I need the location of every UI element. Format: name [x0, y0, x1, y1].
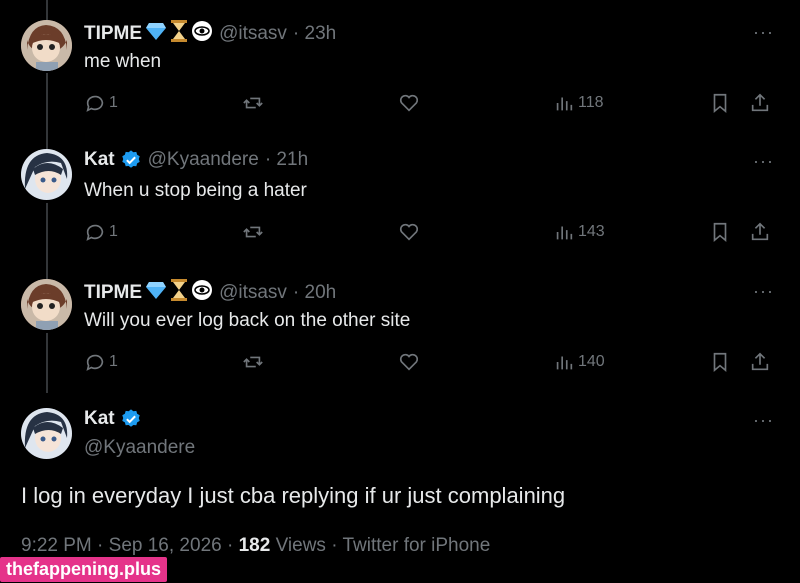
- handle[interactable]: @Kyaandere: [148, 149, 259, 171]
- more-options-button[interactable]: ···: [753, 410, 774, 431]
- like-button[interactable]: [398, 221, 420, 243]
- analytics-icon: [556, 356, 573, 370]
- views-count: 143: [578, 223, 605, 240]
- separator: ·: [97, 535, 109, 556]
- eye-in-bubble-icon: [191, 20, 213, 48]
- reply-count: 1: [109, 94, 118, 111]
- views-button[interactable]: 140: [553, 351, 605, 373]
- handle[interactable]: @itsasv: [219, 282, 287, 304]
- avatar[interactable]: [21, 20, 72, 71]
- watermark: thefappening.plus: [0, 557, 167, 582]
- more-options-button[interactable]: ···: [753, 281, 774, 302]
- reply-count: 1: [109, 353, 118, 370]
- retweet-button[interactable]: [242, 221, 264, 243]
- tweet-text: Will you ever log back on the other site: [84, 310, 411, 331]
- bookmark-icon: [713, 222, 727, 243]
- views-button[interactable]: 118: [553, 92, 604, 114]
- reply-button[interactable]: 1: [84, 351, 118, 373]
- retweet-icon: [243, 97, 263, 109]
- separator: ·: [226, 535, 239, 556]
- verified-badge-icon: [121, 150, 140, 168]
- analytics-icon: [556, 226, 573, 240]
- heart-icon: [399, 94, 419, 112]
- more-options-button[interactable]: ···: [753, 22, 774, 43]
- views-count: 140: [578, 353, 605, 370]
- tweet-text: I log in everyday I just cba replying if…: [21, 483, 566, 508]
- bookmark-icon: [713, 93, 727, 114]
- tweet-text: me when: [84, 51, 162, 72]
- share-icon: [751, 222, 769, 241]
- share-icon: [751, 93, 769, 112]
- reply-button[interactable]: 1: [84, 221, 118, 243]
- avatar-image: [21, 149, 72, 200]
- reply-count: 1: [109, 223, 118, 240]
- views-label: Views: [275, 535, 326, 556]
- post-date[interactable]: Sep 16, 2026: [109, 535, 222, 556]
- share-icon: [751, 352, 769, 371]
- retweet-button[interactable]: [242, 92, 264, 114]
- action-bar: 1 143: [0, 221, 800, 249]
- tweet-header: TIPME @itsasv · 23h: [84, 20, 336, 48]
- avatar[interactable]: [21, 149, 72, 200]
- share-button[interactable]: [749, 351, 771, 373]
- like-button[interactable]: [398, 351, 420, 373]
- like-button[interactable]: [398, 92, 420, 114]
- reply-icon: [86, 224, 104, 241]
- handle[interactable]: @itsasv: [219, 23, 287, 45]
- views-button[interactable]: 143: [553, 221, 605, 243]
- reply-icon: [86, 354, 104, 371]
- gem-icon: [145, 280, 167, 306]
- timestamp[interactable]: · 23h: [293, 23, 336, 45]
- thread-line: [46, 0, 48, 20]
- action-bar: 1 140: [0, 351, 800, 379]
- eye-in-bubble-icon: [191, 279, 213, 307]
- bookmark-icon: [713, 352, 727, 373]
- retweet-button[interactable]: [242, 351, 264, 373]
- gem-icon: [145, 21, 167, 47]
- handle[interactable]: @Kyaandere: [84, 437, 195, 459]
- action-bar: 1 118: [0, 92, 800, 120]
- reply-icon: [86, 95, 104, 112]
- retweet-icon: [243, 356, 263, 368]
- views-count: 118: [578, 94, 604, 111]
- avatar-image: [21, 279, 72, 330]
- views-count: 182: [238, 535, 271, 556]
- display-name[interactable]: TIPME: [84, 23, 142, 45]
- tweet-header: Kat @Kyaandere · 21h: [84, 149, 308, 171]
- bookmark-button[interactable]: [709, 92, 731, 114]
- bookmark-button[interactable]: [709, 351, 731, 373]
- tweet-text: When u stop being a hater: [84, 180, 307, 201]
- display-name[interactable]: TIPME: [84, 282, 142, 304]
- share-button[interactable]: [749, 92, 771, 114]
- analytics-icon: [556, 97, 573, 111]
- retweet-icon: [243, 226, 263, 238]
- avatar[interactable]: [21, 279, 72, 330]
- avatar-image: [21, 408, 72, 459]
- verified-badge-icon: [121, 409, 140, 427]
- post-time[interactable]: 9:22 PM: [21, 535, 92, 556]
- heart-icon: [399, 353, 419, 371]
- bookmark-button[interactable]: [709, 221, 731, 243]
- hourglass-icon: [170, 20, 188, 48]
- display-name[interactable]: Kat: [84, 408, 115, 430]
- tweet-meta: 9:22 PM · Sep 16, 2026 · 182 Views · Twi…: [21, 535, 490, 557]
- separator: ·: [331, 535, 343, 556]
- avatar[interactable]: [21, 408, 72, 459]
- more-options-button[interactable]: ···: [753, 151, 774, 172]
- avatar-image: [21, 20, 72, 71]
- source-app[interactable]: Twitter for iPhone: [342, 535, 490, 556]
- reply-button[interactable]: 1: [84, 92, 118, 114]
- hourglass-icon: [170, 279, 188, 307]
- tweet-header: TIPME @itsasv · 20h: [84, 279, 336, 307]
- tweet-header: Kat: [84, 408, 142, 430]
- heart-icon: [399, 223, 419, 241]
- timestamp[interactable]: · 20h: [293, 282, 336, 304]
- share-button[interactable]: [749, 221, 771, 243]
- display-name[interactable]: Kat: [84, 149, 115, 171]
- timestamp[interactable]: · 21h: [265, 149, 308, 171]
